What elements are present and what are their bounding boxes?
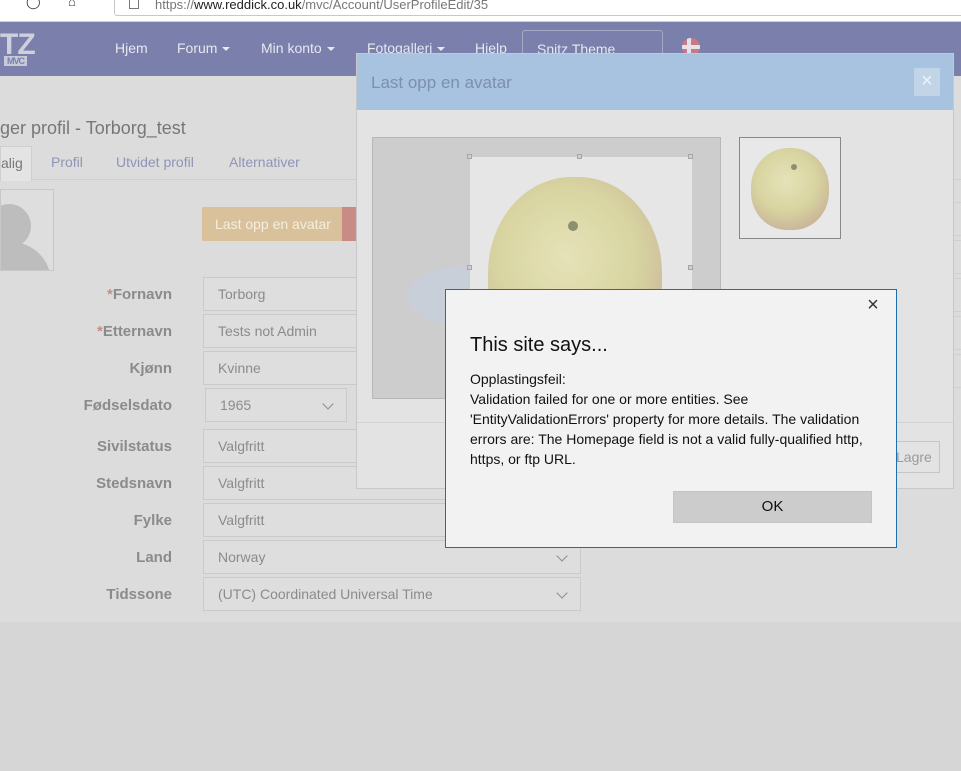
page-title: ger profil - Torborg_test	[0, 118, 186, 138]
avatar	[0, 189, 54, 271]
crop-handle[interactable]	[577, 154, 582, 159]
field-tidssone[interactable]: (UTC) Coordinated Universal Time	[203, 577, 581, 611]
caret-down-icon	[222, 47, 231, 52]
url-text: https://www.reddick.co.uk/mvc/Account/Us…	[155, 0, 489, 12]
alert-error-heading: Opplastingsfeil:	[470, 371, 566, 387]
crop-handle[interactable]	[467, 265, 472, 270]
label-stedsnavn: Stedsnavn	[96, 475, 172, 492]
label-etternavn: *Etternavn	[96, 323, 172, 340]
site-logo[interactable]: TZ MVC	[0, 28, 58, 70]
alert-message: Opplastingsfeil: Validation failed for o…	[470, 369, 875, 469]
avatar-preview	[739, 137, 841, 239]
label-land: Land	[136, 549, 172, 566]
label-fødselsdato: Fødselsdato	[83, 397, 172, 414]
address-bar[interactable]: https://www.reddick.co.uk/mvc/Account/Us…	[114, 0, 961, 16]
nav-item-min-konto[interactable]: Min konto	[261, 40, 335, 56]
chevron-down-icon	[556, 587, 568, 599]
label-fylke: Fylke	[133, 512, 172, 529]
tab-general[interactable]: alig	[0, 146, 32, 181]
label-tidssone: Tidssone	[106, 586, 172, 603]
modal-close-button[interactable]: ×	[914, 68, 940, 96]
chevron-down-icon	[322, 398, 334, 410]
alert-dialog: × This site says... Opplastingsfeil: Val…	[445, 289, 897, 548]
crop-handle[interactable]	[467, 154, 472, 159]
alert-title: This site says...	[470, 334, 608, 356]
label-fornavn: *Fornavn	[106, 286, 172, 303]
label-sivilstatus: Sivilstatus	[96, 438, 172, 455]
close-icon[interactable]: ×	[863, 295, 883, 315]
tab-alternatives[interactable]: Alternativer	[229, 154, 300, 170]
modal-header: Last opp en avatar ×	[357, 54, 953, 110]
apple-preview-image	[751, 148, 829, 230]
home-icon[interactable]: ⌂	[68, 0, 84, 10]
modal-title: Last opp en avatar	[371, 73, 512, 92]
crop-handle[interactable]	[688, 154, 693, 159]
tab-profile[interactable]: Profil	[51, 154, 83, 170]
tab-extended-profile[interactable]: Utvidet profil	[116, 154, 194, 170]
field-fødselsdato[interactable]: 1965	[205, 388, 347, 422]
remove-avatar-button[interactable]	[342, 207, 356, 241]
alert-error-text: Validation failed for one or more entiti…	[470, 391, 863, 467]
nav-item-hjem[interactable]: Hjem	[115, 40, 148, 56]
refresh-icon[interactable]: ◯	[26, 0, 42, 10]
browser-toolbar: ◯ ⌂ https://www.reddick.co.uk/mvc/Accoun…	[0, 0, 961, 22]
page-icon	[129, 0, 139, 9]
upload-avatar-button[interactable]: Last opp en avatar	[202, 207, 342, 241]
ok-button[interactable]: OK	[673, 491, 872, 523]
caret-down-icon	[437, 47, 446, 52]
label-kjønn: Kjønn	[129, 360, 173, 377]
caret-down-icon	[326, 47, 335, 52]
chevron-down-icon	[556, 550, 568, 562]
nav-item-forum[interactable]: Forum	[177, 40, 231, 56]
crop-handle[interactable]	[688, 265, 693, 270]
